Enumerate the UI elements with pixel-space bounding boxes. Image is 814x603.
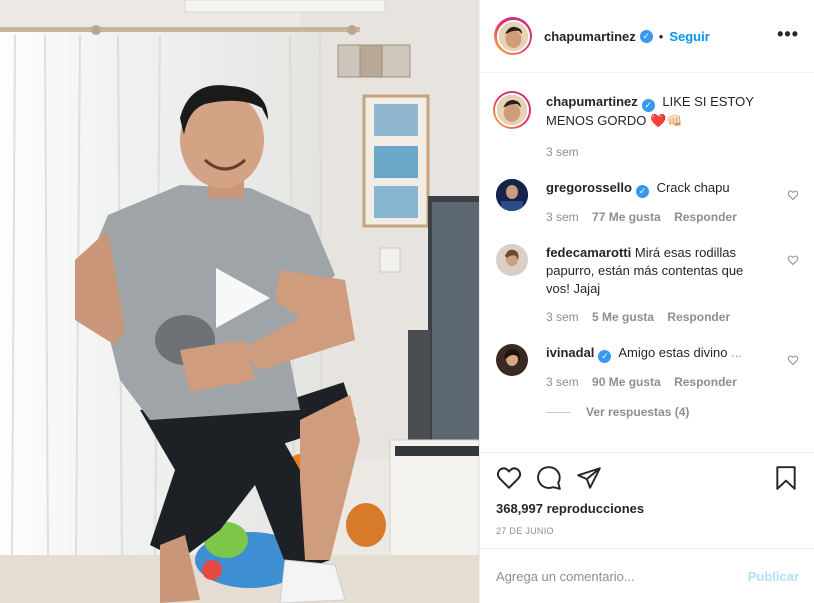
comment-composer: Publicar bbox=[480, 548, 814, 603]
view-replies-label[interactable]: Ver respuestas (4) bbox=[586, 405, 689, 419]
comment-time[interactable]: 3 sem bbox=[546, 375, 579, 389]
reply-button[interactable]: Responder bbox=[674, 375, 737, 389]
caption-time[interactable]: 3 sem bbox=[546, 145, 579, 159]
verified-icon: ✓ bbox=[639, 29, 653, 43]
caption: chapumartinez ✓ LIKE SI ESTOY MENOS GORDO… bbox=[493, 91, 799, 159]
post-header: chapumartinez ✓ • Seguir ••• bbox=[480, 0, 814, 73]
bookmark-icon[interactable] bbox=[773, 465, 799, 491]
comment-item: gregorossello ✓ Crack chapu 3 sem 77 Me g… bbox=[496, 179, 799, 224]
heart-icon[interactable] bbox=[787, 189, 799, 201]
author-avatar[interactable] bbox=[494, 17, 532, 55]
reply-button[interactable]: Responder bbox=[667, 310, 730, 324]
comment-input[interactable] bbox=[496, 568, 748, 584]
post-actions: 368,997 reproducciones 27 DE JUNIO bbox=[480, 452, 814, 536]
comment-icon[interactable] bbox=[536, 465, 562, 491]
reply-button[interactable]: Responder bbox=[674, 210, 737, 224]
heart-icon[interactable] bbox=[787, 254, 799, 266]
replies-line bbox=[546, 411, 570, 413]
post-details-panel: chapumartinez ✓ • Seguir ••• chapumartin… bbox=[479, 0, 814, 603]
heart-icon[interactable] bbox=[496, 465, 522, 491]
more-options-icon[interactable]: ••• bbox=[777, 25, 799, 43]
comment-item: fedecamarotti Mirá esas rodillas papurro… bbox=[496, 244, 799, 324]
play-icon[interactable] bbox=[204, 262, 276, 334]
comment-username[interactable]: ivinadal bbox=[546, 345, 594, 360]
video-player[interactable] bbox=[0, 0, 479, 603]
comment-more[interactable]: ... bbox=[731, 345, 742, 360]
caption-username[interactable]: chapumartinez bbox=[546, 94, 638, 109]
post-date[interactable]: 27 DE JUNIO bbox=[496, 526, 799, 536]
verified-icon: ✓ bbox=[641, 99, 655, 112]
comment-likes[interactable]: 5 Me gusta bbox=[592, 310, 654, 324]
share-icon[interactable] bbox=[576, 465, 602, 491]
heart-icon[interactable] bbox=[787, 354, 799, 366]
comment-item: ivinadal ✓ Amigo estas divino ... 3 sem 9… bbox=[496, 344, 799, 419]
follow-button[interactable]: Seguir bbox=[669, 29, 709, 44]
view-replies-button[interactable]: Ver respuestas (4) bbox=[546, 405, 799, 419]
verified-icon: ✓ bbox=[598, 350, 612, 363]
caption-avatar[interactable] bbox=[493, 91, 531, 129]
comment-avatar[interactable] bbox=[496, 344, 528, 376]
comments-list[interactable]: chapumartinez ✓ LIKE SI ESTOY MENOS GORDO… bbox=[480, 74, 814, 452]
comment-time[interactable]: 3 sem bbox=[546, 210, 579, 224]
comment-text: Crack chapu bbox=[656, 180, 730, 195]
view-count[interactable]: 368,997 reproducciones bbox=[496, 501, 799, 516]
comment-time[interactable]: 3 sem bbox=[546, 310, 579, 324]
verified-icon: ✓ bbox=[635, 185, 649, 198]
comment-text: Amigo estas divino bbox=[618, 345, 728, 360]
separator-dot: • bbox=[658, 28, 664, 44]
publish-button[interactable]: Publicar bbox=[748, 569, 799, 584]
comment-username[interactable]: gregorossello bbox=[546, 180, 632, 195]
comment-likes[interactable]: 90 Me gusta bbox=[592, 375, 661, 389]
author-username[interactable]: chapumartinez bbox=[544, 29, 636, 44]
comment-likes[interactable]: 77 Me gusta bbox=[592, 210, 661, 224]
comment-avatar[interactable] bbox=[496, 179, 528, 211]
comment-username[interactable]: fedecamarotti bbox=[546, 245, 631, 260]
comment-avatar[interactable] bbox=[496, 244, 528, 276]
